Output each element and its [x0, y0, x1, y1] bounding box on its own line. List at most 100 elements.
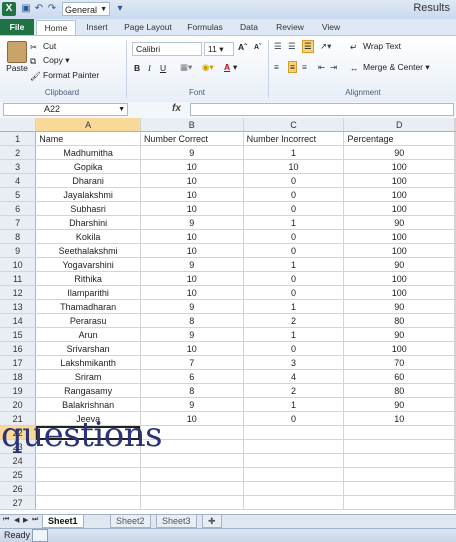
row-header[interactable]: 3 — [0, 159, 37, 174]
row-header[interactable]: 10 — [0, 257, 37, 272]
cell[interactable] — [35, 467, 141, 482]
cell[interactable]: 90 — [343, 397, 455, 412]
cell[interactable]: Dharshini — [35, 215, 141, 230]
align-right-icon[interactable]: ≡ — [302, 62, 307, 72]
cell[interactable]: 10 — [140, 243, 244, 258]
row-header[interactable]: 7 — [0, 215, 37, 230]
cell[interactable]: 80 — [343, 383, 455, 398]
cell[interactable]: Perarasu — [35, 313, 141, 328]
prev-sheet-icon[interactable]: ◀ — [14, 516, 19, 524]
next-sheet-icon[interactable]: ▶ — [23, 516, 28, 524]
bold-button[interactable]: B — [134, 63, 140, 73]
cell[interactable]: 10 — [140, 341, 244, 356]
cell[interactable] — [243, 425, 345, 440]
cell[interactable] — [454, 215, 456, 230]
cell[interactable] — [454, 327, 456, 342]
redo-icon[interactable]: ↷ — [46, 3, 58, 15]
cell[interactable] — [454, 467, 456, 482]
cell[interactable] — [454, 187, 456, 202]
paste-button[interactable]: Paste — [4, 41, 30, 81]
formula-input[interactable] — [190, 103, 454, 116]
cell[interactable]: 2 — [243, 313, 345, 328]
cell[interactable]: Ilamparithi — [35, 285, 141, 300]
cell[interactable] — [454, 243, 456, 258]
wrap-text-button[interactable]: ↵ Wrap Text — [350, 41, 401, 52]
cell[interactable]: Seethalakshmi — [35, 243, 141, 258]
excel-logo-icon[interactable]: X — [2, 2, 16, 16]
tab-formulas[interactable]: Formulas — [182, 19, 228, 35]
cell[interactable]: 10 — [140, 285, 244, 300]
cell[interactable] — [243, 481, 345, 496]
cell[interactable] — [454, 201, 456, 216]
cell[interactable] — [343, 425, 455, 440]
cell[interactable]: Number Incorrect — [243, 131, 345, 146]
font-color-icon[interactable]: A — [224, 62, 230, 72]
cell[interactable]: 9 — [140, 145, 244, 160]
decrease-indent-icon[interactable]: ⇤ — [318, 62, 325, 73]
row-header[interactable]: 17 — [0, 355, 37, 370]
cell[interactable]: 7 — [140, 355, 244, 370]
cell[interactable]: 100 — [343, 341, 455, 356]
cell[interactable] — [454, 131, 456, 146]
cell[interactable]: Thamadharan — [35, 299, 141, 314]
cell[interactable]: 9 — [140, 299, 244, 314]
row-header[interactable]: 27 — [0, 495, 37, 510]
cell[interactable] — [243, 495, 345, 510]
row-header[interactable]: 2 — [0, 145, 37, 160]
cell[interactable] — [454, 495, 456, 510]
format-painter-button[interactable]: 🖌 Format Painter — [30, 70, 99, 81]
cell[interactable]: 90 — [343, 257, 455, 272]
cell[interactable]: 6 — [140, 369, 244, 384]
cell[interactable] — [343, 439, 455, 454]
row-header[interactable]: 15 — [0, 327, 37, 342]
cell[interactable] — [454, 257, 456, 272]
borders-icon[interactable]: ▦▾ — [180, 62, 192, 73]
row-header[interactable]: 13 — [0, 299, 37, 314]
cell[interactable]: 90 — [343, 327, 455, 342]
cell[interactable] — [343, 495, 455, 510]
cell[interactable] — [454, 173, 456, 188]
cell[interactable]: 8 — [140, 313, 244, 328]
row-header[interactable]: 5 — [0, 187, 37, 202]
align-center-icon[interactable]: ≡ — [288, 61, 297, 73]
cell[interactable]: 0 — [243, 229, 345, 244]
cell[interactable]: 1 — [243, 327, 345, 342]
cell[interactable]: Madhumitha — [35, 145, 141, 160]
cell[interactable] — [140, 481, 244, 496]
cell[interactable]: 1 — [243, 397, 345, 412]
cell[interactable] — [343, 481, 455, 496]
customize-icon[interactable]: ▾ — [114, 3, 126, 15]
cell[interactable] — [454, 481, 456, 496]
row-header[interactable]: 1 — [0, 131, 37, 146]
cell[interactable] — [454, 145, 456, 160]
cell[interactable]: 100 — [343, 285, 455, 300]
cell[interactable]: Lakshmikanth — [35, 355, 141, 370]
cell[interactable] — [140, 467, 244, 482]
cell[interactable]: Rangasamy — [35, 383, 141, 398]
cell[interactable]: Balakrishnan — [35, 397, 141, 412]
tab-review[interactable]: Review — [270, 19, 310, 35]
cell[interactable] — [35, 453, 141, 468]
save-icon[interactable]: ▣ — [20, 3, 32, 15]
cell[interactable]: 1 — [243, 257, 345, 272]
align-left-icon[interactable]: ≡ — [274, 62, 279, 72]
row-header[interactable]: 11 — [0, 271, 37, 286]
copy-button[interactable]: ⧉ Copy ▾ — [30, 55, 69, 66]
row-header[interactable]: 8 — [0, 229, 37, 244]
macro-record-icon[interactable] — [32, 529, 48, 542]
cell[interactable] — [243, 467, 345, 482]
row-header[interactable]: 12 — [0, 285, 37, 300]
cell[interactable] — [454, 271, 456, 286]
cell[interactable]: 100 — [343, 201, 455, 216]
cell[interactable]: 90 — [343, 145, 455, 160]
align-middle-icon[interactable]: ☰ — [288, 41, 296, 52]
shrink-font-button[interactable]: Aˇ — [254, 44, 261, 51]
tab-sheet1[interactable]: Sheet1 — [42, 515, 84, 528]
cell[interactable]: 10 — [343, 411, 455, 426]
row-header[interactable]: 4 — [0, 173, 37, 188]
fill-color-icon[interactable]: ◉▾ — [202, 62, 214, 73]
row-header[interactable]: 26 — [0, 481, 37, 496]
increase-indent-icon[interactable]: ⇥ — [330, 62, 337, 73]
align-top-icon[interactable]: ☰ — [274, 41, 282, 52]
cell[interactable]: 100 — [343, 243, 455, 258]
